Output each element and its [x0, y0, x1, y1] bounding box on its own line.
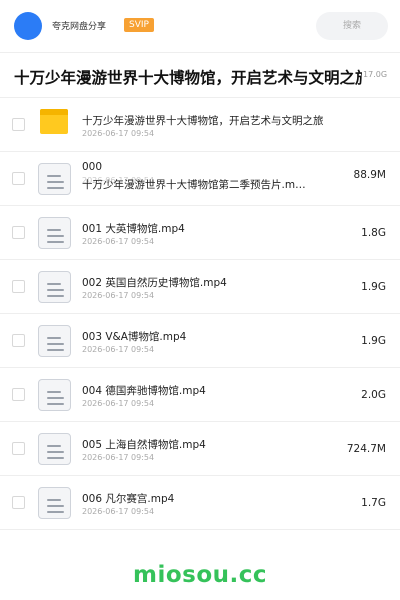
file-date: 2026-06-17 09:54 — [82, 291, 155, 300]
file-name: 004 德国奔驰博物馆.mp4 — [82, 385, 206, 397]
file-date: 2026-06-17 09:54 — [82, 237, 155, 246]
svip-badge[interactable]: SVIP — [124, 18, 154, 32]
watermark: miosou.cc — [132, 562, 268, 588]
file-name: 001 大英博物馆.mp4 — [82, 223, 185, 235]
select-checkbox[interactable] — [12, 496, 25, 509]
file-size: 724.7M — [346, 443, 386, 455]
select-checkbox[interactable] — [12, 118, 25, 131]
list-item[interactable]: 001 大英博物馆.mp4 2026-06-17 09:54 1.8G — [0, 206, 400, 260]
list-item[interactable]: 000 2026-06-17 09:54 十万少年漫游世界十大博物馆第二季预告片… — [0, 152, 400, 206]
file-date: 2026-06-17 09:54 — [82, 453, 155, 462]
file-icon — [38, 163, 71, 195]
search-input[interactable]: 搜索 — [316, 12, 388, 40]
select-checkbox[interactable] — [12, 280, 25, 293]
page-title: 十万少年漫游世界十大博物馆，开启艺术与文明之旅 — [14, 69, 362, 87]
file-size: 1.9G — [361, 281, 386, 293]
list-item[interactable]: 003 V&A博物馆.mp4 2026-06-17 09:54 1.9G — [0, 314, 400, 368]
file-size: 1.9G — [361, 335, 386, 347]
file-icon — [38, 217, 71, 249]
file-icon — [38, 433, 71, 465]
select-checkbox[interactable] — [12, 172, 25, 185]
header: 夸克网盘分享 SVIP 搜索 — [0, 0, 400, 52]
share-title-bar: 十万少年漫游世界十大博物馆，开启艺术与文明之旅 17.0G — [0, 52, 400, 98]
list-item[interactable]: 002 英国自然历史博物馆.mp4 2026-06-17 09:54 1.9G — [0, 260, 400, 314]
file-size: 88.9M — [353, 169, 386, 181]
file-size: 1.7G — [361, 497, 386, 509]
total-size: 17.0G — [363, 70, 388, 79]
list-item[interactable]: 005 上海自然博物馆.mp4 2026-06-17 09:54 724.7M — [0, 422, 400, 476]
file-size: 1.8G — [361, 227, 386, 239]
file-name: 005 上海自然博物馆.mp4 — [82, 439, 206, 451]
list-item[interactable]: 004 德国奔驰博物馆.mp4 2026-06-17 09:54 2.0G — [0, 368, 400, 422]
select-checkbox[interactable] — [12, 226, 25, 239]
file-date: 2026-06-17 09:54 — [82, 129, 155, 138]
file-date: 2026-06-17 09:54 — [82, 507, 155, 516]
select-checkbox[interactable] — [12, 388, 25, 401]
file-date: 2026-06-17 09:54 — [82, 399, 155, 408]
file-icon — [38, 487, 71, 519]
app-name: 夸克网盘分享 — [52, 22, 107, 32]
avatar[interactable] — [14, 12, 42, 40]
folder-icon — [40, 109, 68, 134]
list-item[interactable]: 十万少年漫游世界十大博物馆，开启艺术与文明之旅 2026-06-17 09:54 — [0, 98, 400, 152]
file-size: 2.0G — [361, 389, 386, 401]
file-name-continued: 十万少年漫游世界十大博物馆第二季预告片.m… — [82, 179, 306, 191]
file-icon — [38, 325, 71, 357]
list-item[interactable]: 006 凡尔赛宫.mp4 2026-06-17 09:54 1.7G — [0, 476, 400, 530]
file-name: 000 — [82, 161, 103, 173]
select-checkbox[interactable] — [12, 442, 25, 455]
file-icon — [38, 379, 71, 411]
file-name: 十万少年漫游世界十大博物馆，开启艺术与文明之旅 — [82, 115, 324, 127]
file-date: 2026-06-17 09:54 — [82, 345, 155, 354]
file-name: 002 英国自然历史博物馆.mp4 — [82, 277, 227, 289]
select-checkbox[interactable] — [12, 334, 25, 347]
file-name: 006 凡尔赛宫.mp4 — [82, 493, 175, 505]
file-icon — [38, 271, 71, 303]
file-name: 003 V&A博物馆.mp4 — [82, 331, 187, 343]
file-list: 十万少年漫游世界十大博物馆，开启艺术与文明之旅 2026-06-17 09:54… — [0, 98, 400, 530]
